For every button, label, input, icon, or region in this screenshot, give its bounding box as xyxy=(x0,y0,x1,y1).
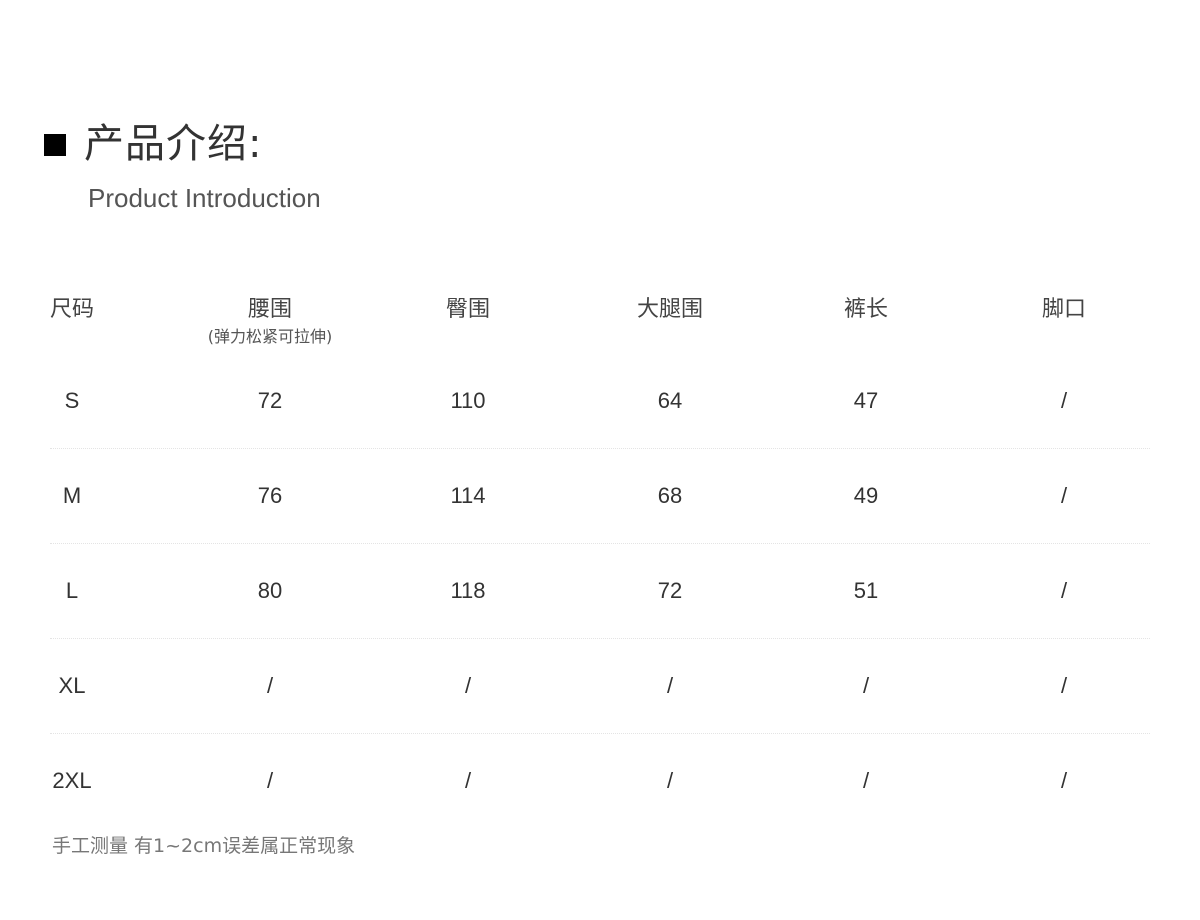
cell-thigh: / xyxy=(666,673,674,698)
header-label: 裤长 xyxy=(843,297,888,322)
section-subtitle: Product Introduction xyxy=(88,183,321,213)
cell-waist: / xyxy=(266,673,274,698)
header-thigh: 大腿围 xyxy=(620,294,720,326)
measurement-note: 手工测量 有1~2cm误差属正常现象 xyxy=(52,835,356,857)
cell-hip: 110 xyxy=(450,388,486,413)
header-size: 尺码 xyxy=(50,294,94,326)
cell-waist: 76 xyxy=(257,483,283,508)
cell-hip: 114 xyxy=(450,483,486,508)
cell-hip: / xyxy=(464,768,472,793)
header-label: 尺码 xyxy=(50,297,95,322)
table-row: M 76 114 68 49 / xyxy=(50,449,1150,544)
cell-waist: 80 xyxy=(257,578,283,603)
section-title: 产品介绍: xyxy=(84,121,263,167)
table-row: S 72 110 64 47 / xyxy=(50,354,1150,449)
cell-length: 51 xyxy=(853,578,879,603)
cell-thigh: / xyxy=(666,768,674,793)
cell-length: / xyxy=(862,768,870,793)
table-row: XL / / / / / xyxy=(50,639,1150,734)
cell-size: 2XL xyxy=(52,768,92,793)
table-row: L 80 118 72 51 / xyxy=(50,544,1150,639)
table-header-row: 尺码 腰围 (弹力松紧可拉伸) 臀围 大腿围 裤长 脚口 xyxy=(50,280,1150,354)
header-length: 裤长 xyxy=(816,294,916,326)
header-label: 脚口 xyxy=(1041,297,1086,322)
header-label: 大腿围 xyxy=(636,297,703,322)
cell-hem: / xyxy=(1060,388,1068,413)
header-label: 臀围 xyxy=(445,297,490,322)
cell-length: 49 xyxy=(853,483,879,508)
cell-length: / xyxy=(862,673,870,698)
cell-hip: 118 xyxy=(450,578,486,603)
header-label: 腰围 xyxy=(247,297,292,322)
cell-thigh: 72 xyxy=(657,578,683,603)
cell-length: 47 xyxy=(853,388,879,413)
cell-size: S xyxy=(64,388,80,413)
header-hem: 脚口 xyxy=(1014,294,1114,326)
cell-size: L xyxy=(65,578,79,603)
cell-hem: / xyxy=(1060,483,1068,508)
cell-hip: / xyxy=(464,673,472,698)
cell-size: M xyxy=(62,483,82,508)
cell-thigh: 68 xyxy=(657,483,683,508)
cell-waist: 72 xyxy=(257,388,283,413)
cell-size: XL xyxy=(58,673,86,698)
header-note: (弹力松紧可拉伸) xyxy=(207,327,333,346)
table-row: 2XL / / / / / xyxy=(50,734,1150,828)
cell-waist: / xyxy=(266,768,274,793)
cell-hem: / xyxy=(1060,673,1068,698)
size-table: 尺码 腰围 (弹力松紧可拉伸) 臀围 大腿围 裤长 脚口 S 72 110 64… xyxy=(50,280,1150,828)
header-hip: 臀围 xyxy=(418,294,518,326)
section-marker-square xyxy=(44,134,66,156)
cell-hem: / xyxy=(1060,578,1068,603)
header-waist: 腰围 (弹力松紧可拉伸) xyxy=(190,294,350,348)
cell-thigh: 64 xyxy=(657,388,683,413)
cell-hem: / xyxy=(1060,768,1068,793)
